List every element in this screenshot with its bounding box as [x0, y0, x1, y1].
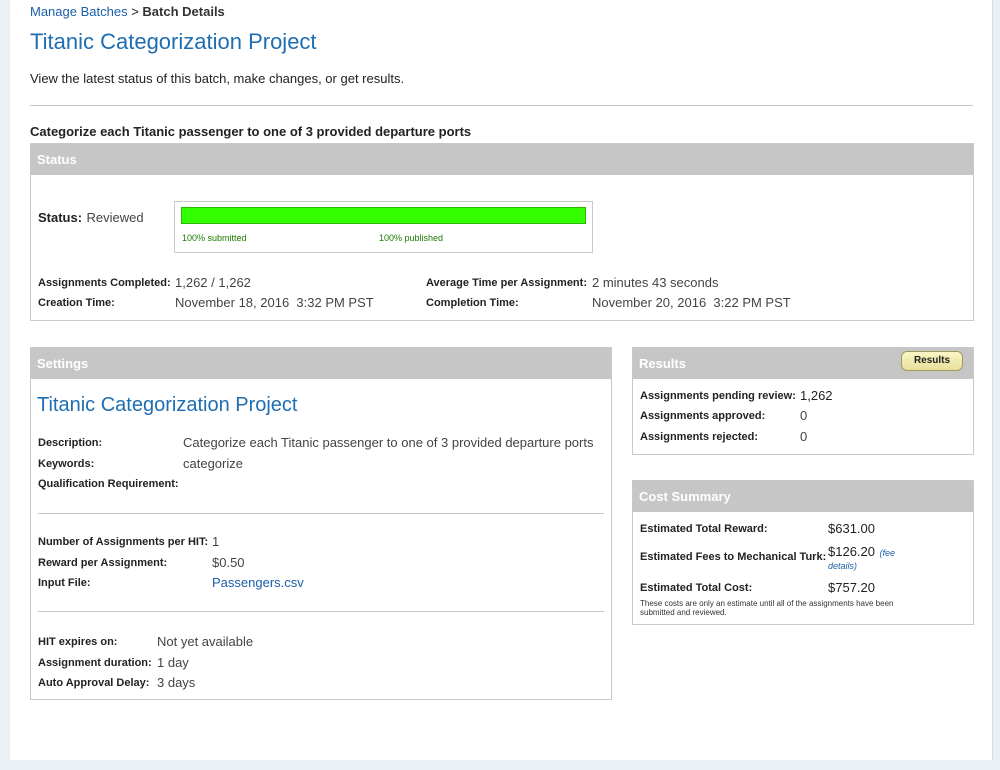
estimated-fees-label: Estimated Fees to Mechanical Turk: — [640, 551, 827, 563]
status-panel-header: Status — [31, 144, 973, 175]
input-file-label: Input File: — [38, 577, 91, 589]
breadcrumb-manage-batches-link[interactable]: Manage Batches — [30, 4, 128, 19]
assignments-completed-label: Assignments Completed: — [38, 277, 171, 289]
approved-value: 0 — [800, 408, 808, 423]
assignments-per-hit-label: Number of Assignments per HIT: — [38, 536, 209, 548]
status-row: Status: Reviewed — [38, 209, 144, 227]
breadcrumb: Manage Batches > Batch Details — [30, 4, 225, 19]
input-file-link[interactable]: Passengers.csv — [212, 575, 304, 590]
reward-per-assignment-label: Reward per Assignment: — [38, 557, 168, 569]
estimated-fees-block: $126.20 (fee — [828, 543, 895, 561]
task-heading: Categorize each Titanic passenger to one… — [30, 124, 472, 139]
approved-label: Assignments approved: — [640, 410, 766, 422]
progress-published-label: 100% published — [379, 233, 444, 243]
qualification-label: Qualification Requirement: — [38, 478, 179, 490]
rejected-value: 0 — [800, 429, 808, 444]
completion-time-value: November 20, 2016 3:22 PM PST — [592, 295, 791, 310]
settings-panel: Settings Titanic Categorization Project … — [30, 347, 612, 700]
breadcrumb-current: Batch Details — [142, 4, 225, 19]
pending-review-label: Assignments pending review: — [640, 390, 796, 402]
settings-divider-2 — [38, 611, 604, 612]
keywords-label: Keywords: — [38, 458, 95, 470]
estimated-fees-value: $126.20 — [828, 544, 875, 559]
creation-time-label: Creation Time: — [38, 297, 115, 309]
auto-approval-label: Auto Approval Delay: — [38, 677, 150, 689]
hit-expires-label: HIT expires on: — [38, 636, 118, 648]
rejected-label: Assignments rejected: — [640, 431, 758, 443]
estimated-total-value: $757.20 — [828, 580, 875, 595]
breadcrumb-separator: > — [131, 4, 139, 19]
fee-details-link[interactable]: (fee — [879, 548, 895, 558]
creation-time-value: November 18, 2016 3:32 PM PST — [175, 295, 374, 310]
keywords-value: categorize — [183, 456, 243, 471]
page: Manage Batches > Batch Details Titanic C… — [10, 0, 993, 760]
hit-expires-value: Not yet available — [157, 634, 254, 649]
progress-box: 100% submitted 100% published — [174, 201, 593, 253]
cost-summary-panel: Cost Summary Estimated Total Reward: $63… — [632, 480, 974, 625]
assignments-completed-value: 1,262 / 1,262 — [175, 275, 251, 290]
progress-bar-fill — [181, 207, 586, 224]
status-label: Status: — [38, 210, 83, 225]
page-intro: View the latest status of this batch, ma… — [30, 71, 405, 86]
estimated-total-label: Estimated Total Cost: — [640, 582, 753, 594]
assignments-per-hit-value: 1 — [212, 534, 220, 549]
description-label: Description: — [38, 437, 103, 449]
cost-note-line-2: submitted and reviewed. — [640, 608, 727, 617]
avg-time-value: 2 minutes 43 seconds — [592, 275, 719, 290]
results-panel: Results Results Assignments pending revi… — [632, 347, 974, 455]
progress-submitted-label: 100% submitted — [182, 233, 247, 243]
cost-note-line-1: These costs are only an estimate until a… — [640, 599, 894, 608]
settings-title: Titanic Categorization Project — [37, 394, 298, 416]
auto-approval-value: 3 days — [157, 675, 196, 690]
divider — [30, 105, 973, 106]
results-button[interactable]: Results — [901, 351, 963, 371]
status-value: Reviewed — [86, 210, 144, 225]
estimated-reward-label: Estimated Total Reward: — [640, 523, 768, 535]
page-title: Titanic Categorization Project — [30, 29, 317, 54]
progress-track — [181, 207, 586, 226]
completion-time-label: Completion Time: — [426, 297, 519, 309]
description-value: Categorize each Titanic passenger to one… — [183, 435, 594, 450]
reward-per-assignment-value: $0.50 — [212, 555, 245, 570]
avg-time-label: Average Time per Assignment: — [426, 277, 587, 289]
pending-review-value: 1,262 — [800, 388, 833, 403]
fee-details-link-continued[interactable]: details) — [828, 561, 857, 571]
settings-panel-header: Settings — [31, 348, 611, 379]
estimated-reward-value: $631.00 — [828, 521, 875, 536]
assignment-duration-value: 1 day — [157, 655, 189, 670]
assignment-duration-label: Assignment duration: — [38, 657, 152, 669]
settings-divider-1 — [38, 513, 604, 514]
status-panel: Status Status: Reviewed 100% submitted 1… — [30, 143, 974, 321]
cost-summary-header: Cost Summary — [633, 481, 973, 512]
